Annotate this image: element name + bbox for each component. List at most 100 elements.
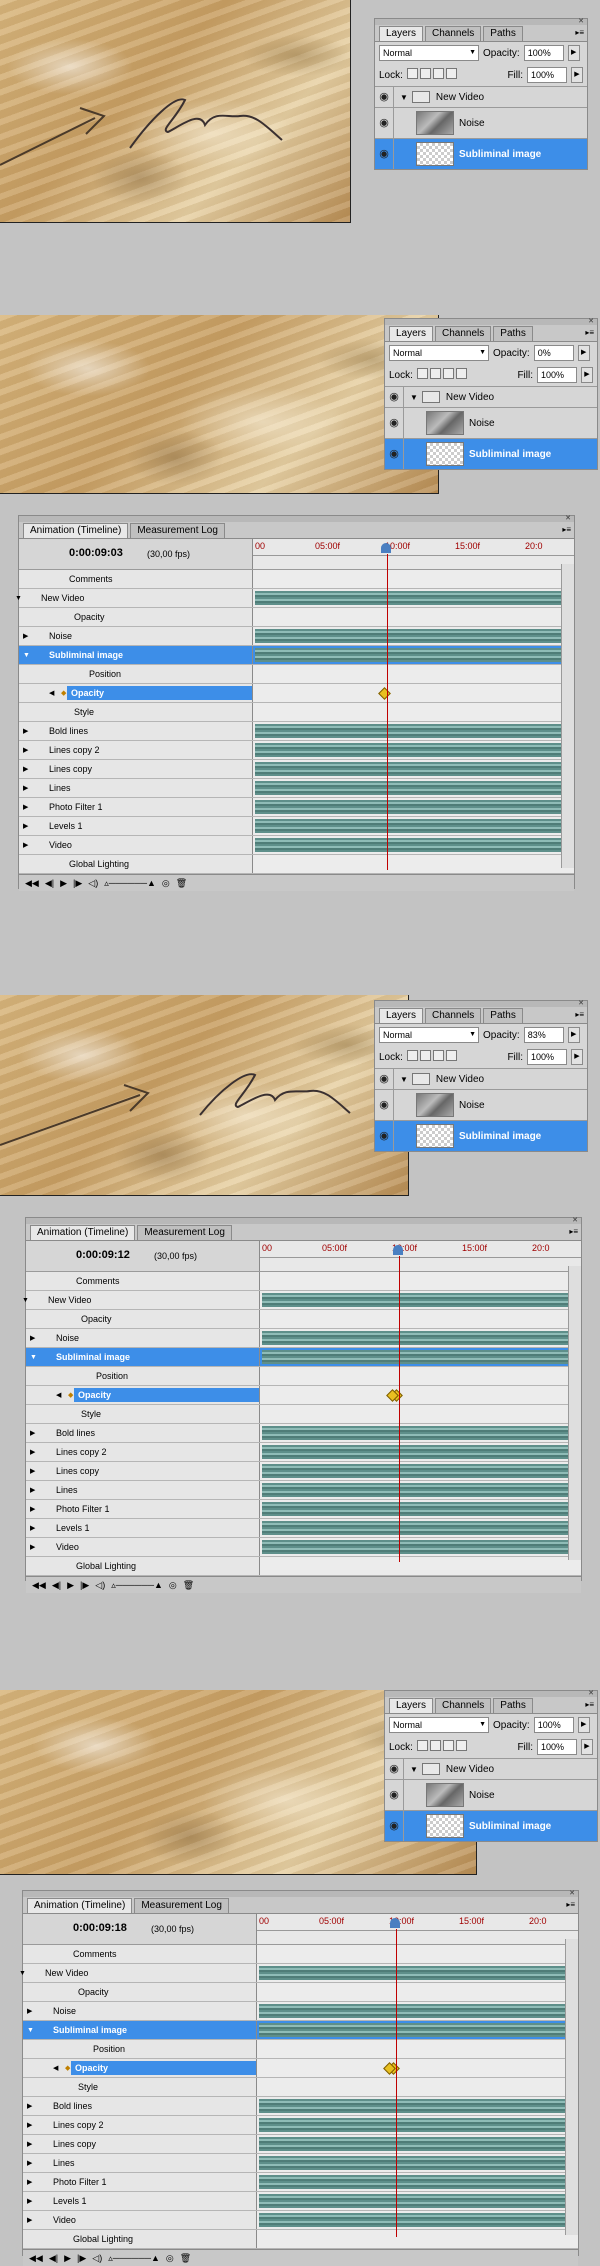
tab-layers[interactable]: Layers — [389, 1698, 434, 1713]
track-area[interactable] — [253, 608, 574, 626]
trash-icon[interactable]: 🗑 — [183, 1580, 194, 1591]
track-area[interactable] — [260, 1443, 581, 1461]
track-label[interactable]: ▶ Noise — [26, 1329, 260, 1347]
timeline-track[interactable]: Comments — [19, 570, 574, 589]
timeline-track[interactable]: ▶ Noise — [26, 1329, 581, 1348]
clip-bar[interactable] — [255, 648, 572, 662]
track-label[interactable]: ▶ Lines — [23, 2154, 257, 2172]
eye-icon[interactable]: ◉ — [375, 108, 394, 138]
timeline-track[interactable]: ▶ Lines copy 2 — [26, 1443, 581, 1462]
vertical-scrollbar[interactable] — [561, 564, 574, 868]
track-label[interactable]: ▶ Photo Filter 1 — [19, 798, 253, 816]
layer-noise[interactable]: ◉ Noise — [385, 1779, 597, 1810]
play-icon[interactable]: ▶ — [64, 2253, 71, 2264]
timeline-track[interactable]: ▶ Levels 1 — [26, 1519, 581, 1538]
eye-icon[interactable]: ◉ — [375, 1069, 394, 1089]
track-label[interactable]: ▶ Noise — [19, 627, 253, 645]
play-icon[interactable]: ▶ — [67, 1580, 74, 1591]
timeline-track[interactable]: Opacity — [19, 608, 574, 627]
timeline-track[interactable]: ▶ Noise — [19, 627, 574, 646]
panel-menu-icon[interactable]: ▸≡ — [562, 525, 571, 534]
layer-subliminal-image[interactable]: ◉ Subliminal image — [385, 438, 597, 469]
tab-layers[interactable]: Layers — [389, 326, 434, 341]
close-icon[interactable]: ✕ — [588, 1689, 594, 1697]
current-timecode[interactable]: 0:00:09:18 — [73, 1922, 127, 1934]
track-label[interactable]: ▶ Lines copy — [26, 1462, 260, 1480]
track-area[interactable] — [260, 1557, 581, 1575]
track-area[interactable] — [257, 1964, 578, 1982]
track-label[interactable]: ▶ Levels 1 — [26, 1519, 260, 1537]
track-area[interactable] — [257, 2021, 578, 2039]
zoom-slider[interactable]: ▵──────▲ — [104, 878, 156, 889]
track-label[interactable]: Position — [26, 1367, 260, 1385]
track-label[interactable]: Style — [19, 703, 253, 721]
panel-menu-icon[interactable]: ▸≡ — [569, 1227, 578, 1236]
keyframe-icon[interactable] — [378, 687, 391, 700]
track-label[interactable]: Opacity — [23, 1983, 257, 2001]
playhead-handle[interactable] — [381, 543, 391, 553]
timeline-track[interactable]: ▶ Photo Filter 1 — [19, 798, 574, 817]
close-icon[interactable]: ✕ — [588, 317, 594, 325]
eye-icon[interactable]: ◉ — [385, 1811, 404, 1841]
track-label[interactable]: ▼ New Video — [19, 1964, 257, 1982]
layer-group-new-video[interactable]: ◉ ▼ New Video — [375, 86, 587, 107]
timeline-track[interactable]: ▶ Lines copy — [26, 1462, 581, 1481]
track-area[interactable] — [260, 1462, 581, 1480]
add-keyframe-icon[interactable]: ◆ — [65, 2064, 70, 2072]
expand-triangle-icon[interactable]: ▶ — [23, 784, 28, 792]
track-area[interactable] — [257, 1945, 578, 1963]
close-icon[interactable]: ✕ — [572, 1216, 578, 1224]
expand-triangle-icon[interactable]: ▼ — [27, 2027, 34, 2034]
track-label[interactable]: ▶ Photo Filter 1 — [26, 1500, 260, 1518]
clip-bar[interactable] — [255, 800, 572, 814]
expand-triangle-icon[interactable]: ▶ — [23, 632, 28, 640]
prev-frame-icon[interactable]: ◀| — [49, 2253, 58, 2264]
trash-icon[interactable]: 🗑 — [180, 2253, 191, 2264]
timeline-track[interactable]: ◀◆▷Opacity — [19, 684, 574, 703]
expand-triangle-icon[interactable]: ▶ — [23, 822, 28, 830]
timeline-track[interactable]: ▶ Levels 1 — [19, 817, 574, 836]
layer-noise[interactable]: ◉ Noise — [375, 107, 587, 138]
track-area[interactable] — [253, 855, 574, 873]
clip-bar[interactable] — [259, 1966, 576, 1980]
track-label[interactable]: ▶ Noise — [23, 2002, 257, 2020]
zoom-slider[interactable]: ▵──────▲ — [111, 1580, 163, 1591]
playhead-handle[interactable] — [393, 1245, 403, 1255]
track-area[interactable] — [257, 2211, 578, 2229]
time-ruler[interactable]: 00 05:00f 10:00f 15:00f 20:0 — [253, 539, 574, 569]
panel-menu-icon[interactable]: ▸≡ — [585, 328, 594, 337]
timeline-track[interactable]: Style — [23, 2078, 578, 2097]
timeline-track[interactable]: ▶ Bold lines — [26, 1424, 581, 1443]
first-frame-icon[interactable]: ◀◀ — [25, 878, 39, 889]
fill-field[interactable]: 100% — [537, 1739, 577, 1755]
vertical-scrollbar[interactable] — [565, 1939, 578, 2235]
layer-noise[interactable]: ◉ Noise — [375, 1089, 587, 1120]
track-label[interactable]: ▶ Lines copy 2 — [23, 2116, 257, 2134]
track-label[interactable]: Global Lighting — [19, 855, 253, 873]
expand-triangle-icon[interactable]: ▼ — [23, 652, 30, 659]
expand-triangle-icon[interactable]: ▶ — [27, 2159, 32, 2167]
clip-bar[interactable] — [262, 1426, 579, 1440]
track-label[interactable]: ▶ Lines copy 2 — [19, 741, 253, 759]
track-label[interactable]: Style — [26, 1405, 260, 1423]
prev-frame-icon[interactable]: ◀| — [45, 878, 54, 889]
expand-triangle-icon[interactable]: ▼ — [22, 1297, 29, 1304]
blend-mode-select[interactable]: Normal ▼ — [379, 1027, 479, 1043]
clip-bar[interactable] — [259, 2118, 576, 2132]
track-area[interactable] — [257, 2135, 578, 2153]
tab-channels[interactable]: Channels — [435, 1698, 492, 1713]
track-area[interactable] — [257, 2230, 578, 2248]
track-area[interactable] — [253, 665, 574, 683]
eye-icon[interactable]: ◉ — [375, 1090, 394, 1120]
opacity-field[interactable]: 100% — [523, 45, 564, 61]
clip-bar[interactable] — [259, 2099, 576, 2113]
expand-triangle-icon[interactable]: ▼ — [400, 1075, 408, 1084]
next-frame-icon[interactable]: |▶ — [77, 2253, 86, 2264]
timeline-track[interactable]: ▶ Bold lines — [19, 722, 574, 741]
timeline-track[interactable]: ▶ Noise — [23, 2002, 578, 2021]
opacity-field[interactable]: 0% — [533, 345, 574, 361]
timeline-track[interactable]: Style — [19, 703, 574, 722]
tab-channels[interactable]: Channels — [435, 326, 492, 341]
eye-icon[interactable]: ◉ — [385, 439, 404, 469]
expand-triangle-icon[interactable]: ▶ — [30, 1448, 35, 1456]
